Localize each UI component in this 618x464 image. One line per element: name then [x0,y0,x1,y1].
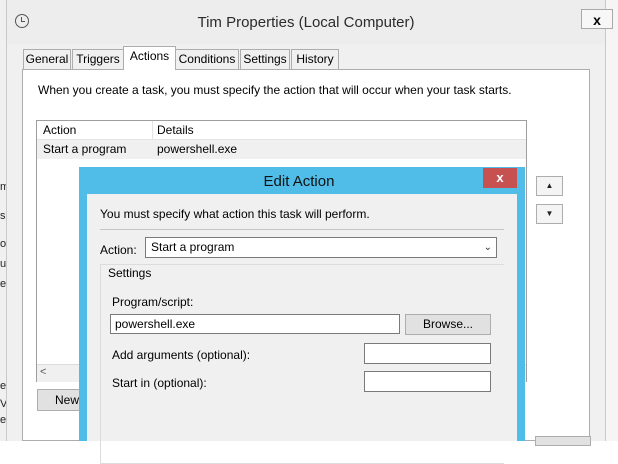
background-window-edge-right [606,0,618,441]
action-label: Action: [100,243,137,257]
browse-button[interactable]: Browse... [405,314,491,335]
row-action-cell: Start a program [43,142,127,156]
arrow-down-icon: ▼ [545,209,554,218]
column-header-action[interactable]: Action [43,123,76,137]
action-type-select[interactable]: Start a program ⌄ [145,237,497,258]
action-type-value: Start a program [151,240,235,254]
program-script-label: Program/script: [112,295,194,309]
arrow-up-icon: ▲ [545,181,554,190]
edit-action-title: Edit Action [263,173,335,190]
start-in-input[interactable] [364,371,491,392]
settings-group [100,264,504,464]
move-down-button[interactable]: ▼ [536,204,563,224]
properties-close-button[interactable]: x [581,9,613,29]
start-in-label: Start in (optional): [112,376,207,390]
settings-group-label: Settings [105,266,155,280]
scroll-left-icon[interactable]: < [40,366,46,378]
tab-general[interactable]: General [23,49,71,69]
dialog-border [517,194,525,441]
chevron-down-icon[interactable]: ⌄ [484,238,492,257]
move-up-button[interactable]: ▲ [536,176,563,196]
background-fragment: s [0,210,6,222]
tab-actions[interactable]: Actions [123,46,176,70]
actions-instruction: When you create a task, you must specify… [38,83,512,97]
column-divider[interactable] [152,121,153,139]
add-arguments-input[interactable] [364,343,491,364]
tab-history[interactable]: History [291,49,339,69]
edit-action-instruction: You must specify what action this task w… [100,207,370,221]
list-item[interactable]: Start a program powershell.exe [37,140,526,159]
row-details-cell: powershell.exe [157,142,238,156]
edit-action-dialog: Edit Action x You must specify what acti… [79,167,525,464]
tab-conditions[interactable]: Conditions [175,49,239,69]
edit-action-close-button[interactable]: x [483,168,517,188]
program-script-input[interactable]: powershell.exe [110,314,400,334]
edit-action-body: You must specify what action this task w… [87,194,517,464]
dialog-bottom-button[interactable] [535,436,591,446]
tab-triggers[interactable]: Triggers [72,49,124,69]
list-header: Action Details [37,121,526,140]
properties-window-title: Tim Properties (Local Computer) [197,14,415,31]
add-arguments-label: Add arguments (optional): [112,348,251,362]
column-header-details[interactable]: Details [157,123,194,137]
divider [100,229,504,230]
tab-settings[interactable]: Settings [240,49,290,69]
